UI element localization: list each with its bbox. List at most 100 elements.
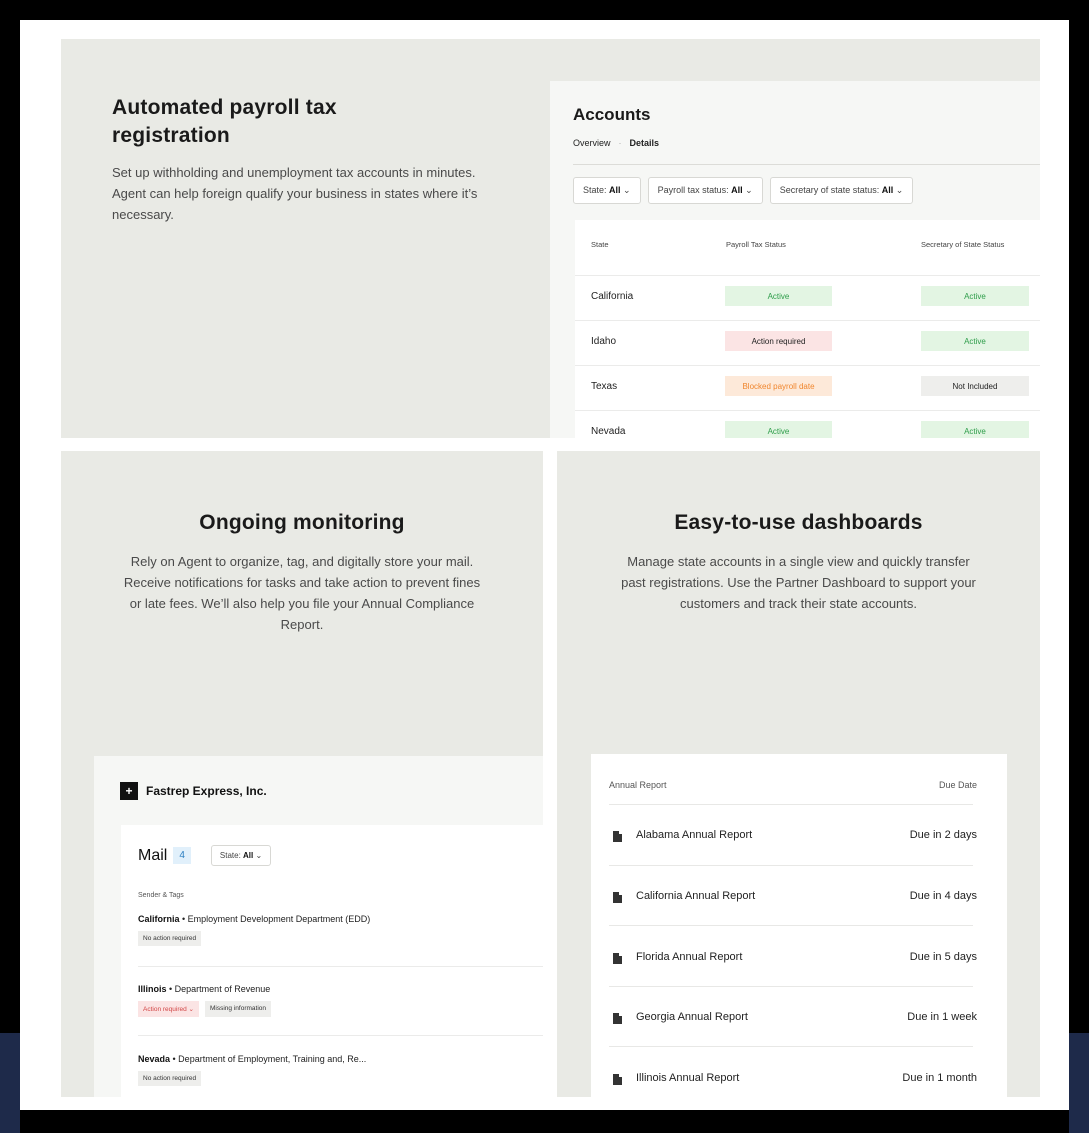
payroll-status-filter[interactable]: Payroll tax status: All ⌄: [647, 177, 763, 204]
report-header: Annual Report Due Date: [609, 780, 977, 790]
panel-title: Easy-to-use dashboards: [674, 511, 923, 534]
panel-description: Rely on Agent to organize, tag, and digi…: [123, 554, 481, 632]
company-name: Fastrep Express, Inc.: [146, 784, 267, 798]
tag-label: Action required: [143, 1006, 187, 1013]
accounts-table: State Payroll Tax Status Secretary of St…: [575, 220, 1040, 438]
mail-preview: + Fastrep Express, Inc. Mail 4 State: Al…: [94, 756, 543, 1097]
divider: [609, 1046, 973, 1047]
divider: [138, 1035, 543, 1036]
row-state: Texas: [591, 381, 618, 392]
mail-item[interactable]: California • Employment Development Depa…: [138, 914, 543, 946]
annual-report-card: Annual Report Due Date Alabama Annual Re…: [591, 754, 1007, 1097]
tag: No action required: [138, 931, 202, 946]
mail-item[interactable]: Nevada • Department of Employment, Train…: [138, 1054, 543, 1086]
report-name: California Annual Report: [636, 890, 756, 902]
divider: [609, 865, 973, 866]
chevron-down-icon: ⌄: [895, 185, 904, 195]
mail-tags: No action required: [138, 1071, 543, 1086]
mail-state: Nevada: [138, 1054, 171, 1064]
dashboards-text: Easy-to-use dashboards Manage state acco…: [557, 509, 1040, 614]
table-row[interactable]: Texas Blocked payroll date Not Included: [575, 365, 1040, 410]
tag: No action required: [138, 1071, 202, 1086]
mail-line: Nevada • Department of Employment, Train…: [138, 1054, 543, 1064]
state-filter[interactable]: State: All ⌄: [573, 177, 641, 204]
status-badge: Not Included: [921, 376, 1029, 396]
chevron-down-icon: ⌄: [188, 1006, 194, 1013]
report-row[interactable]: Illinois Annual Report Due in 1 month: [609, 1072, 977, 1097]
row-state: California: [591, 291, 634, 302]
column-header-state: State: [591, 240, 609, 249]
mail-header: Mail 4 State: All ⌄: [138, 845, 272, 866]
accounts-filters: State: All ⌄ Payroll tax status: All ⌄ S…: [573, 177, 914, 204]
divider: [573, 164, 1040, 165]
document-icon: [613, 831, 622, 842]
filter-label: State:: [219, 851, 244, 860]
payroll-registration-panel: Automated payroll tax registration Set u…: [61, 39, 1040, 438]
table-row[interactable]: Nevada Active Active: [575, 410, 1040, 438]
feature-frame: Automated payroll tax registration Set u…: [20, 20, 1069, 1110]
monitoring-text: Ongoing monitoring Rely on Agent to orga…: [61, 509, 543, 635]
filter-label: State:: [583, 185, 610, 195]
report-name: Illinois Annual Report: [636, 1072, 740, 1084]
status-badge: Active: [725, 421, 832, 438]
row-state: Nevada: [591, 426, 626, 437]
status-badge: Active: [921, 286, 1029, 306]
chevron-down-icon: ⌄: [255, 851, 263, 860]
mail-line: Illinois • Department of Revenue: [138, 984, 543, 994]
filter-value: All: [609, 185, 621, 195]
mail-state: California: [138, 914, 180, 924]
report-row[interactable]: Florida Annual Report Due in 5 days: [609, 951, 977, 1013]
chevron-down-icon: ⌄: [623, 185, 631, 195]
report-due: Due in 1 week: [907, 1011, 977, 1023]
mail-department: • Department of Revenue: [166, 984, 271, 994]
monitoring-panel: Ongoing monitoring Rely on Agent to orga…: [61, 451, 543, 1097]
mail-state-filter[interactable]: State: All ⌄: [210, 845, 272, 866]
status-badge: Active: [921, 421, 1029, 438]
column-header-report: Annual Report: [609, 780, 667, 790]
report-row[interactable]: California Annual Report Due in 4 days: [609, 890, 977, 952]
accounts-card: Accounts Overview · Details State: All ⌄…: [550, 81, 1040, 438]
action-required-tag[interactable]: Action required ⌄: [138, 1001, 199, 1017]
column-header-sos: Secretary of State Status: [921, 240, 1005, 249]
column-header-due: Due Date: [938, 780, 977, 790]
report-name: Florida Annual Report: [636, 951, 743, 963]
accounts-title: Accounts: [573, 105, 651, 124]
dashboards-panel: Easy-to-use dashboards Manage state acco…: [557, 451, 1040, 1097]
chevron-down-icon: ⌄: [745, 185, 753, 195]
divider: [609, 925, 973, 926]
table-row[interactable]: California Active Active: [575, 275, 1040, 320]
background-accent-left: [0, 1033, 20, 1133]
panel-title: Ongoing monitoring: [199, 511, 405, 534]
mail-department: • Department of Employment, Training and…: [170, 1054, 367, 1064]
filter-label: Secretary of state status:: [779, 185, 882, 195]
mail-item[interactable]: Illinois • Department of Revenue Action …: [138, 984, 543, 1017]
mail-state: Illinois: [138, 984, 167, 994]
row-state: Idaho: [591, 336, 617, 347]
mail-department: • Employment Development Department (EDD…: [179, 914, 371, 924]
status-badge: Active: [725, 286, 832, 306]
report-row[interactable]: Alabama Annual Report Due in 2 days: [609, 829, 977, 891]
mail-card: Mail 4 State: All ⌄ Sender & Tags Califo…: [121, 825, 543, 1097]
mail-count-badge: 4: [173, 847, 191, 864]
table-row[interactable]: Idaho Action required Active: [575, 320, 1040, 365]
tag: Missing information: [205, 1001, 271, 1017]
panel-description: Manage state accounts in a single view a…: [621, 554, 976, 611]
report-due: Due in 1 month: [902, 1072, 977, 1084]
filter-value: All: [881, 185, 894, 195]
status-badge: Action required: [725, 331, 832, 351]
report-name: Alabama Annual Report: [636, 829, 753, 841]
mail-tags: No action required: [138, 931, 543, 946]
mail-tags: Action required ⌄ Missing information: [138, 1001, 543, 1017]
filter-label: Payroll tax status:: [657, 185, 732, 195]
company-logo-icon: +: [120, 782, 138, 800]
tab-details[interactable]: Details: [630, 138, 660, 148]
report-due: Due in 2 days: [909, 829, 977, 841]
document-icon: [613, 892, 622, 903]
report-due: Due in 5 days: [909, 951, 977, 963]
column-header-payroll: Payroll Tax Status: [726, 240, 786, 249]
report-row[interactable]: Georgia Annual Report Due in 1 week: [609, 1011, 977, 1073]
sos-status-filter[interactable]: Secretary of state status: All ⌄: [769, 177, 914, 204]
accounts-tabs: Overview · Details: [573, 138, 659, 148]
filter-value: All: [731, 185, 743, 195]
tab-overview[interactable]: Overview: [573, 138, 611, 148]
